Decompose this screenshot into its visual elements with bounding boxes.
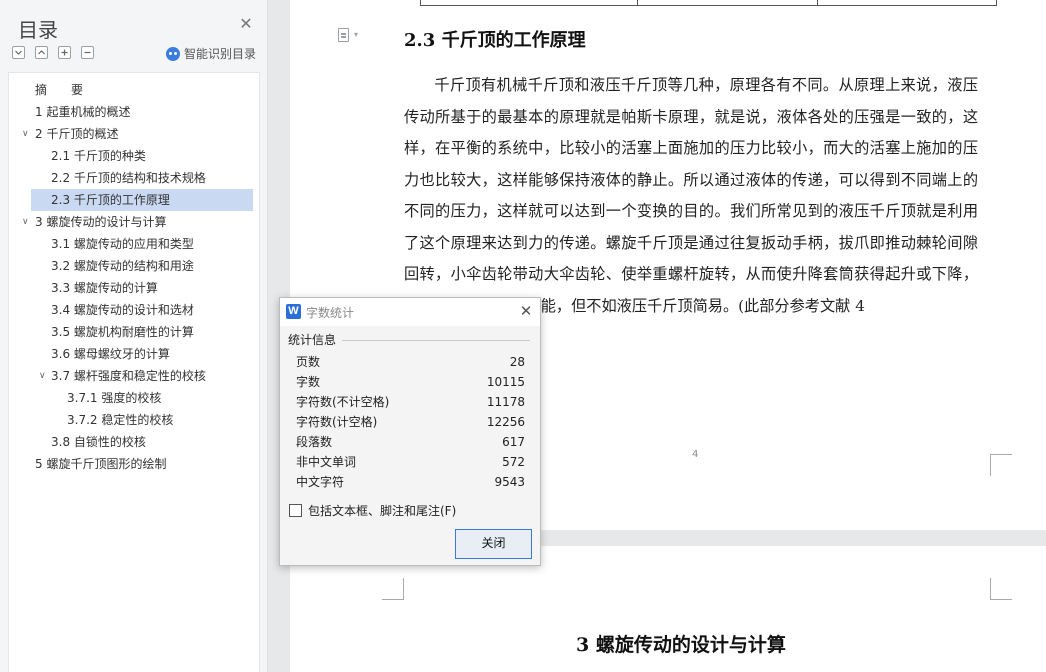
toc-item-label: 2 千斤顶的概述 bbox=[35, 127, 119, 141]
stats-section-label: 统计信息 bbox=[288, 333, 337, 347]
toc-item-label: 2.2 千斤顶的结构和技术规格 bbox=[51, 171, 206, 185]
section-heading: 2.3 千斤顶的工作原理 bbox=[404, 30, 586, 51]
collapse-all-icon[interactable] bbox=[12, 46, 25, 59]
stat-row-chinese-chars: 中文字符 9543 bbox=[296, 472, 525, 492]
stat-label: 中文字符 bbox=[296, 475, 345, 489]
table-bottom-edge bbox=[420, 0, 997, 6]
expand-caret-icon[interactable]: ∨ bbox=[22, 123, 32, 145]
stat-row-words: 字数 10115 bbox=[296, 372, 525, 392]
stat-value: 11178 bbox=[486, 395, 525, 409]
toc-toolbar bbox=[12, 46, 94, 62]
toc-item-3-7[interactable]: 3.7 螺杆强度和稳定性的校核 bbox=[51, 365, 251, 387]
toc-item-label: 3.2 螺旋传动的结构和用途 bbox=[51, 259, 194, 273]
divider bbox=[342, 340, 530, 341]
dialog-title: 字数统计 bbox=[306, 306, 355, 320]
toc-item-1[interactable]: 1 起重机械的概述 bbox=[35, 101, 255, 123]
toc-item-3[interactable]: 3 螺旋传动的设计与计算 bbox=[35, 211, 255, 233]
smart-bot-icon bbox=[166, 46, 180, 61]
toc-item-3-8[interactable]: 3.8 自锁性的校核 bbox=[51, 431, 251, 453]
body-paragraph: 千斤顶有机械千斤顶和液压千斤顶等几种，原理各有不同。从原理上来说，液压传动所基于… bbox=[404, 76, 978, 315]
stat-row-pages: 页数 28 bbox=[296, 352, 525, 372]
toc-item-2-1[interactable]: 2.1 千斤顶的种类 bbox=[51, 145, 251, 167]
stat-value: 9543 bbox=[494, 475, 525, 489]
toc-item-2[interactable]: 2 千斤顶的概述 bbox=[35, 123, 255, 145]
toc-item-3-1[interactable]: 3.1 螺旋传动的应用和类型 bbox=[51, 233, 251, 255]
page-options-icon[interactable]: ▾ bbox=[338, 28, 362, 44]
word-count-dialog: W 字数统计 ✕ 统计信息 页数 28 字数 10115 字符数(不计空格) 1… bbox=[279, 297, 541, 566]
checkbox-box[interactable] bbox=[289, 504, 302, 517]
toc-close-icon[interactable]: ✕ bbox=[238, 16, 254, 32]
include-textboxes-checkbox[interactable]: 包括文本框、脚注和尾注(F) bbox=[289, 502, 456, 519]
toc-item-label: 5 螺旋千斤顶图形的绘制 bbox=[35, 457, 167, 471]
toc-item-3-7-1[interactable]: 3.7.1 强度的校核 bbox=[67, 387, 247, 409]
stat-label: 段落数 bbox=[296, 435, 333, 449]
margin-corner-mark bbox=[990, 454, 1012, 476]
toc-item-label: 3.7.1 强度的校核 bbox=[67, 391, 162, 405]
toc-title: 目录 bbox=[18, 18, 58, 42]
toc-item-label: 摘 要 bbox=[35, 83, 84, 97]
expand-all-icon[interactable] bbox=[35, 46, 48, 59]
dialog-close-icon[interactable]: ✕ bbox=[518, 303, 534, 319]
toc-item-3-3[interactable]: 3.3 螺旋传动的计算 bbox=[51, 277, 251, 299]
toc-item-label: 3.7 螺杆强度和稳定性的校核 bbox=[51, 369, 206, 383]
toc-item-label: 2.1 千斤顶的种类 bbox=[51, 149, 146, 163]
dialog-titlebar[interactable]: W 字数统计 ✕ bbox=[280, 298, 540, 326]
stat-label: 字符数(计空格) bbox=[296, 415, 378, 429]
stat-label: 字符数(不计空格) bbox=[296, 395, 390, 409]
toc-item-3-2[interactable]: 3.2 螺旋传动的结构和用途 bbox=[51, 255, 251, 277]
toc-item-3-6[interactable]: 3.6 螺母螺纹牙的计算 bbox=[51, 343, 251, 365]
stat-row-non-chinese-words: 非中文单词 572 bbox=[296, 452, 525, 472]
stat-row-paragraphs: 段落数 617 bbox=[296, 432, 525, 452]
toc-item-3-4[interactable]: 3.4 螺旋传动的设计和选材 bbox=[51, 299, 251, 321]
stat-row-chars-with-spaces: 字符数(计空格) 12256 bbox=[296, 412, 525, 432]
checkbox-label: 包括文本框、脚注和尾注(F) bbox=[308, 504, 457, 518]
toc-item-label: 3.1 螺旋传动的应用和类型 bbox=[51, 237, 194, 251]
close-button[interactable]: 关闭 bbox=[455, 529, 532, 559]
toc-item-3-5[interactable]: 3.5 螺旋机构耐磨性的计算 bbox=[51, 321, 251, 343]
stat-value: 12256 bbox=[486, 415, 525, 429]
toc-list: 摘 要 1 起重机械的概述 ∨ 2 千斤顶的概述 2.1 千斤顶的种类 2.2 … bbox=[8, 72, 260, 672]
toc-item-label: 3 螺旋传动的设计与计算 bbox=[35, 215, 167, 229]
margin-corner-mark bbox=[382, 578, 404, 600]
page-number: 4 bbox=[692, 449, 699, 460]
toc-item-label: 2.3 千斤顶的工作原理 bbox=[51, 193, 170, 207]
toc-item-label: 3.5 螺旋机构耐磨性的计算 bbox=[51, 325, 194, 339]
stat-label: 非中文单词 bbox=[296, 455, 357, 469]
toc-item-2-2[interactable]: 2.2 千斤顶的结构和技术规格 bbox=[51, 167, 251, 189]
toc-item-label: 3.7.2 稳定性的校核 bbox=[67, 413, 174, 427]
next-section-heading: 3 螺旋传动的设计与计算 bbox=[576, 634, 786, 656]
toc-item-3-7-2[interactable]: 3.7.2 稳定性的校核 bbox=[67, 409, 247, 431]
remove-heading-icon[interactable] bbox=[81, 46, 94, 59]
stat-value: 10115 bbox=[486, 375, 525, 389]
smart-toc-button[interactable]: 智能识别目录 bbox=[166, 45, 256, 62]
wps-logo-icon: W bbox=[286, 304, 301, 319]
expand-caret-icon[interactable]: ∨ bbox=[22, 211, 32, 233]
toc-panel: 目录 ✕ 智能识别目录 摘 要 1 起重机械的概述 ∨ 2 千斤顶的概述 2.1… bbox=[0, 0, 268, 672]
margin-corner-mark bbox=[990, 578, 1012, 600]
toc-item-label: 3.8 自锁性的校核 bbox=[51, 435, 146, 449]
stat-value: 572 bbox=[502, 455, 525, 469]
stat-row-chars-no-spaces: 字符数(不计空格) 11178 bbox=[296, 392, 525, 412]
smart-toc-label: 智能识别目录 bbox=[184, 47, 257, 61]
toc-item-label: 3.3 螺旋传动的计算 bbox=[51, 281, 158, 295]
toc-item-label: 1 起重机械的概述 bbox=[35, 105, 131, 119]
stat-label: 字数 bbox=[296, 375, 321, 389]
toc-item-5[interactable]: 5 螺旋千斤顶图形的绘制 bbox=[35, 453, 255, 475]
toc-item-abstract[interactable]: 摘 要 bbox=[35, 79, 255, 101]
stat-value: 617 bbox=[502, 435, 525, 449]
stat-label: 页数 bbox=[296, 355, 321, 369]
toc-item-label: 3.4 螺旋传动的设计和选材 bbox=[51, 303, 194, 317]
stat-value: 28 bbox=[509, 355, 525, 369]
toc-item-label: 3.6 螺母螺纹牙的计算 bbox=[51, 347, 170, 361]
add-heading-icon[interactable] bbox=[58, 46, 71, 59]
toc-item-2-3[interactable]: 2.3 千斤顶的工作原理 bbox=[31, 189, 253, 211]
expand-caret-icon[interactable]: ∨ bbox=[39, 365, 49, 387]
